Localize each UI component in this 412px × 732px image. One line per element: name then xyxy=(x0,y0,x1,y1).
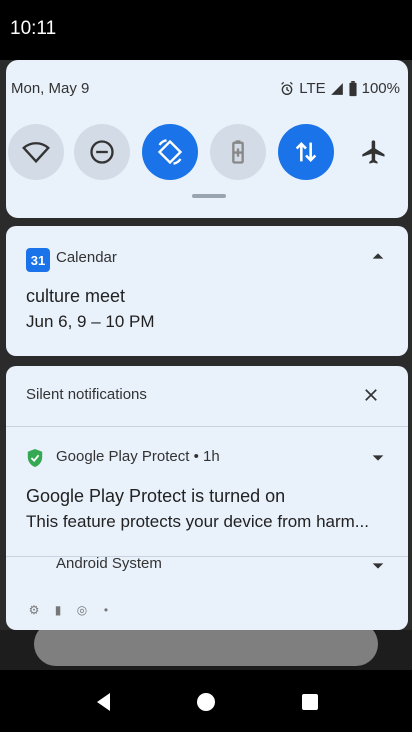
divider xyxy=(6,426,408,427)
qs-status-icons: LTE 100% xyxy=(279,80,400,97)
play-protect-title: Google Play Protect is turned on xyxy=(26,486,286,506)
notification-title: culture meet xyxy=(26,286,126,306)
airplane-icon xyxy=(362,140,385,164)
play-protect-app-name: Google Play Protect • 1h xyxy=(56,448,220,465)
panel-drag-handle[interactable] xyxy=(192,194,226,198)
settings-small-icon: ⚙ xyxy=(28,603,40,617)
network-label: LTE xyxy=(299,80,326,97)
status-time: 10:11 xyxy=(10,18,57,39)
recents-icon[interactable] xyxy=(298,690,322,714)
chevron-up-icon[interactable] xyxy=(370,248,386,264)
battery-saver-icon xyxy=(232,140,244,164)
signal-icon xyxy=(330,82,343,95)
storage-small-icon: ▮ xyxy=(54,603,62,617)
alarm-icon xyxy=(281,81,294,95)
dot-small-icon: • xyxy=(103,603,109,617)
airplane-mode-tile[interactable] xyxy=(346,124,402,180)
battery-icon xyxy=(349,80,357,96)
chevron-down-icon[interactable] xyxy=(370,450,386,466)
calendar-app-icon: 31 xyxy=(26,248,50,272)
auto-rotate-icon xyxy=(157,139,183,165)
quick-settings-panel: Mon, May 9 LTE 100% xyxy=(6,60,408,218)
do-not-disturb-icon xyxy=(90,140,114,164)
silent-notifications-section: Silent notifications Google Play Protect… xyxy=(6,366,408,630)
battery-saver-tile[interactable] xyxy=(210,124,266,180)
mobile-data-icon xyxy=(295,142,317,162)
wifi-tile[interactable] xyxy=(8,124,64,180)
wifi-icon xyxy=(22,142,50,164)
qs-date: Mon, May 9 xyxy=(11,80,90,97)
calendar-notification[interactable]: 31 Calendar culture meet Jun 6, 9 – 10 P… xyxy=(6,226,408,356)
notification-time-range: Jun 6, 9 – 10 PM xyxy=(26,312,155,331)
notification-icon-tray: ⚙ ▮ ◎ • xyxy=(26,602,114,618)
section-header: Silent notifications xyxy=(26,386,147,403)
status-bar: 10:11 xyxy=(0,0,412,60)
chevron-down-icon[interactable] xyxy=(370,558,386,574)
play-protect-icon xyxy=(27,449,43,467)
home-icon[interactable] xyxy=(194,690,218,714)
play-protect-text: This feature protects your device from h… xyxy=(26,512,369,531)
battery-label: 100% xyxy=(361,80,400,97)
auto-rotate-tile[interactable] xyxy=(142,124,198,180)
navigation-bar xyxy=(0,670,412,732)
mobile-data-tile[interactable] xyxy=(278,124,334,180)
back-icon[interactable] xyxy=(92,690,116,714)
notification-app-name: Calendar xyxy=(56,249,117,266)
android-system-app-name: Android System xyxy=(56,555,162,572)
do-not-disturb-tile[interactable] xyxy=(74,124,130,180)
close-icon[interactable] xyxy=(362,386,380,404)
sync-small-icon: ◎ xyxy=(76,603,88,617)
